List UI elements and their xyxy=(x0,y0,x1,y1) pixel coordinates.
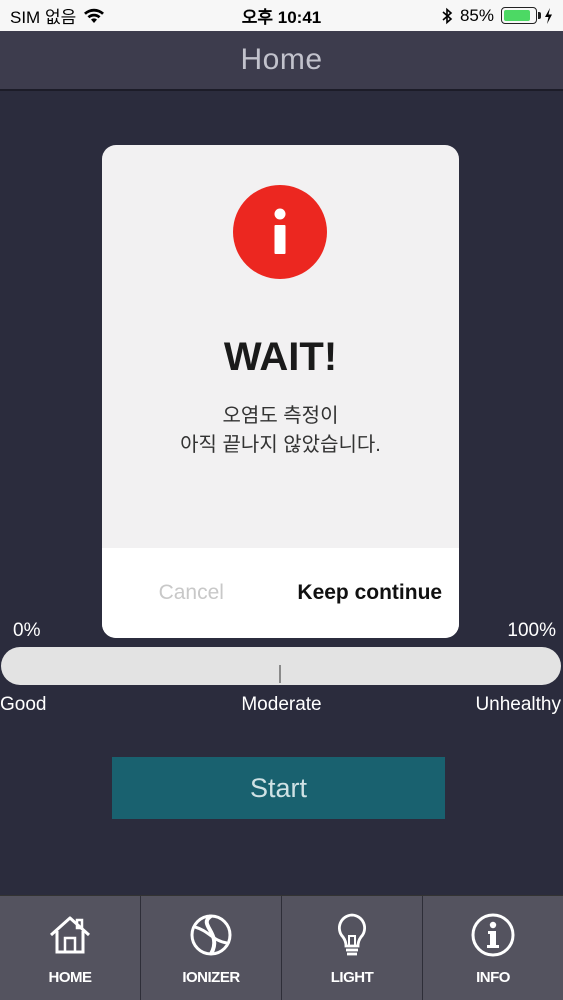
wifi-icon xyxy=(84,8,105,23)
tab-ionizer[interactable]: IONIZER xyxy=(141,896,282,1000)
lightbulb-icon xyxy=(338,913,366,955)
gauge-max-label: 100% xyxy=(507,620,556,641)
dialog-title: WAIT! xyxy=(223,335,338,379)
battery-level xyxy=(504,10,530,21)
tab-info[interactable]: INFO xyxy=(423,896,563,1000)
tab-bar: HOME IONIZER LIGHT INFO xyxy=(0,895,563,1000)
dialog-message-line-1: 오염도 측정이 xyxy=(222,405,339,427)
info-glyph-icon xyxy=(274,208,286,254)
header-bar: Home xyxy=(0,31,563,91)
gauge-label-unhealthy: Unhealthy xyxy=(475,694,561,715)
tab-ionizer-label: IONIZER xyxy=(182,968,240,986)
info-icon xyxy=(471,913,515,956)
alert-info-icon xyxy=(233,185,327,279)
tab-info-label: INFO xyxy=(476,968,510,986)
ionizer-icon xyxy=(190,913,232,955)
home-icon xyxy=(49,916,91,953)
tab-light[interactable]: LIGHT xyxy=(282,896,423,1000)
status-bar: SIM 없음 오후 10:41 85% xyxy=(0,0,563,31)
gauge-min-label: 0% xyxy=(13,620,41,641)
tab-home[interactable]: HOME xyxy=(0,896,141,1000)
keep-continue-button[interactable]: Keep continue xyxy=(281,548,460,638)
dialog-message: 오염도 측정이 아직 끝나지 않았습니다. xyxy=(102,402,459,460)
page-title: Home xyxy=(240,43,323,76)
tab-light-label: LIGHT xyxy=(330,968,374,986)
start-button[interactable]: Start xyxy=(112,757,445,819)
pollution-gauge xyxy=(1,647,561,685)
bluetooth-icon xyxy=(442,7,453,24)
tab-home-label: HOME xyxy=(48,968,93,986)
wait-dialog: WAIT! 오염도 측정이 아직 끝나지 않았습니다. Cancel Keep … xyxy=(102,145,459,638)
battery-icon xyxy=(501,7,541,24)
dialog-actions: Cancel Keep continue xyxy=(102,548,459,638)
gauge-marker xyxy=(279,665,281,683)
carrier-text: SIM 없음 xyxy=(10,8,77,27)
battery-percent: 85% xyxy=(459,5,494,25)
status-left: SIM 없음 xyxy=(10,3,105,28)
dialog-message-line-2: 아직 끝나지 않았습니다. xyxy=(180,434,381,456)
cancel-button[interactable]: Cancel xyxy=(102,548,281,638)
charging-bolt-icon xyxy=(545,7,552,24)
status-right: 85% xyxy=(442,6,553,26)
